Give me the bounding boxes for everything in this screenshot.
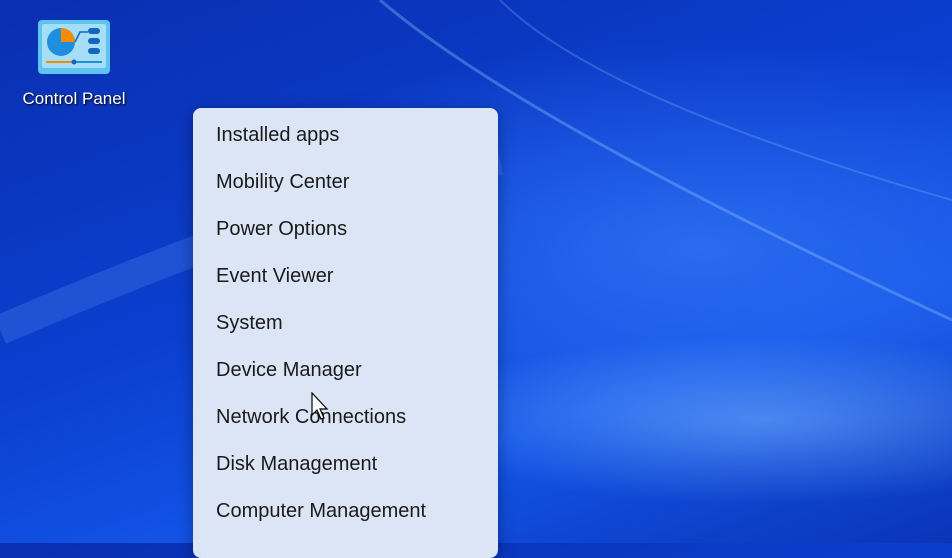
menu-item-disk-management[interactable]: Disk Management — [193, 437, 498, 484]
menu-item-computer-management[interactable]: Computer Management — [193, 484, 498, 531]
quick-link-menu: Installed apps Mobility Center Power Opt… — [193, 108, 498, 558]
menu-item-system[interactable]: System — [193, 296, 498, 343]
menu-item-device-manager[interactable]: Device Manager — [193, 343, 498, 390]
control-panel-icon — [38, 20, 110, 74]
menu-item-event-viewer[interactable]: Event Viewer — [193, 249, 498, 296]
mouse-cursor-icon — [311, 392, 329, 420]
menu-item-installed-apps[interactable]: Installed apps — [193, 108, 498, 155]
desktop-icon-label: Control Panel — [22, 89, 126, 108]
menu-item-network-connections[interactable]: Network Connections — [193, 390, 498, 437]
menu-item-power-options[interactable]: Power Options — [193, 202, 498, 249]
menu-item-mobility-center[interactable]: Mobility Center — [193, 155, 498, 202]
